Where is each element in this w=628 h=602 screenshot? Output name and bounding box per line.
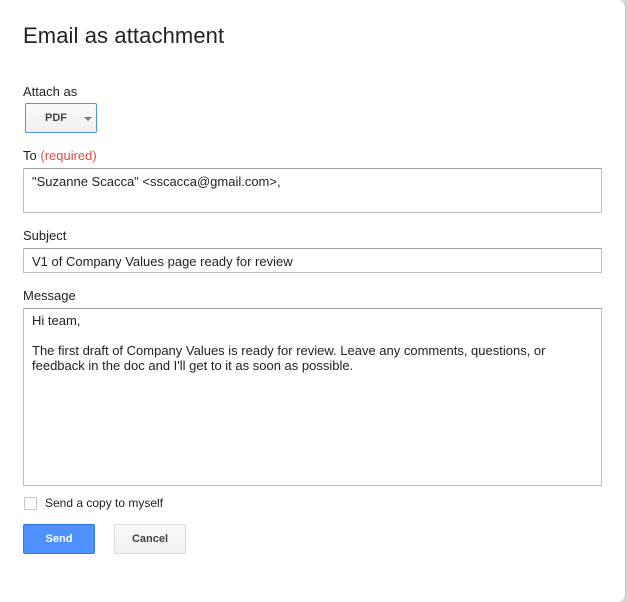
message-label: Message: [23, 288, 76, 303]
to-field[interactable]: "Suzanne Scacca" <sscacca@gmail.com>,: [23, 168, 602, 213]
send-copy-label[interactable]: Send a copy to myself: [45, 496, 163, 510]
message-line: feedback in the doc and I'll get to it a…: [32, 358, 354, 373]
dialog-title: Email as attachment: [23, 23, 225, 48]
to-field-value: "Suzanne Scacca" <sscacca@gmail.com>,: [32, 174, 281, 189]
cancel-button[interactable]: Cancel: [114, 524, 186, 554]
subject-field[interactable]: V1 of Company Values page ready for revi…: [23, 248, 602, 273]
email-attachment-dialog: Email as attachment Attach as PDF To (re…: [0, 0, 626, 602]
send-button[interactable]: Send: [23, 524, 95, 554]
message-line: [32, 328, 593, 343]
chevron-down-icon: [84, 117, 92, 121]
attach-as-label: Attach as: [23, 84, 78, 99]
message-line: Hi team,: [32, 313, 81, 328]
to-label: To (required): [23, 148, 97, 163]
subject-field-value: V1 of Company Values page ready for revi…: [32, 254, 293, 269]
required-indicator: (required): [40, 148, 97, 163]
attach-format-value: PDF: [45, 112, 67, 124]
subject-label: Subject: [23, 228, 67, 243]
to-label-text: To: [23, 148, 37, 163]
message-textarea[interactable]: Hi team, The first draft of Company Valu…: [23, 308, 602, 486]
send-copy-checkbox[interactable]: [24, 497, 37, 510]
attach-format-select[interactable]: PDF: [25, 103, 97, 133]
message-line: The first draft of Company Values is rea…: [32, 343, 546, 358]
